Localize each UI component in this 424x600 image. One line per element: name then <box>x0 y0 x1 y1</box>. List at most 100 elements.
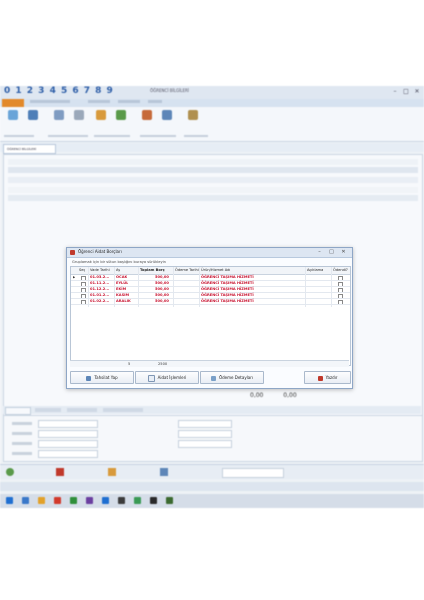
action-icon[interactable] <box>108 468 116 476</box>
action-icon[interactable] <box>56 468 64 476</box>
minimize-icon[interactable]: – <box>315 249 324 256</box>
calendar-icon <box>147 374 155 382</box>
field-label <box>12 452 32 455</box>
aidat-borclari-dialog: Öğrenci Aidat Borçları – □ ✕ Gruplamak i… <box>66 247 353 389</box>
background-totals: 0,00 0,00 <box>250 392 297 399</box>
text-field[interactable] <box>178 420 232 428</box>
group-by-hint: Gruplamak için bir sütun başlığını buray… <box>72 260 166 264</box>
taskbar-app-icon[interactable] <box>134 497 141 504</box>
borclar-grid: Seç Vade Tarihi Ay Toplam Borç Ödeme Tar… <box>70 266 351 366</box>
ribbon-tab[interactable] <box>30 100 70 103</box>
text-field[interactable] <box>38 420 98 428</box>
document-tab-bar: ÖĞRENCİ BİLGİLERİ <box>0 143 424 154</box>
taskbar-app-icon[interactable] <box>38 497 45 504</box>
ribbon-button-icon[interactable] <box>188 110 198 120</box>
lower-tab[interactable] <box>67 408 97 412</box>
aidat-islemleri-label: Aidat İşlemleri <box>157 375 187 380</box>
form-row <box>8 187 418 193</box>
lower-tab-bar <box>3 406 421 415</box>
action-icon[interactable] <box>160 468 168 476</box>
text-field[interactable] <box>38 450 98 458</box>
taskbar-app-icon[interactable] <box>102 497 109 504</box>
taskbar-app-icon[interactable] <box>54 497 61 504</box>
form-row <box>8 195 418 201</box>
printer-icon <box>317 375 323 381</box>
tahsilat-yap-button[interactable]: Tahsilat Yap <box>70 371 134 384</box>
ribbon-button-icon[interactable] <box>8 110 18 120</box>
text-field[interactable] <box>38 430 98 438</box>
status-bar <box>0 482 424 491</box>
tab-ogrenci-bilgileri[interactable]: ÖĞRENCİ BİLGİLERİ <box>3 144 56 154</box>
taskbar-app-icon[interactable] <box>22 497 29 504</box>
ribbon <box>0 107 424 142</box>
taskbar-app-icon[interactable] <box>166 497 173 504</box>
column-header-vade-tarihi[interactable]: Vade Tarihi <box>90 267 110 273</box>
footer-count: 5 <box>128 362 131 366</box>
total-left: 0,00 <box>250 392 264 399</box>
windows-start-icon[interactable] <box>6 497 13 504</box>
ribbon-group-label <box>184 135 208 137</box>
action-icon[interactable] <box>6 468 14 476</box>
field-label <box>12 442 32 445</box>
close-icon[interactable]: ✕ <box>412 87 422 96</box>
maximize-icon[interactable]: □ <box>401 87 411 96</box>
dialog-app-icon <box>70 250 75 255</box>
lower-tab[interactable] <box>35 408 61 412</box>
column-header-urun-hizmet-adi[interactable]: Ürün/Hizmet Adı <box>201 267 230 273</box>
ribbon-tab[interactable] <box>88 100 110 103</box>
minimize-icon[interactable]: – <box>390 87 400 96</box>
odeme-detaylari-button[interactable]: Ödeme Detayları <box>200 371 264 384</box>
column-header-odeme-tarihi[interactable]: Ödeme Tarihi <box>175 267 199 273</box>
text-field[interactable] <box>178 430 232 438</box>
yazdir-label: Yazdır <box>325 375 338 380</box>
total-right: 0,00 <box>283 392 297 399</box>
odeme-detaylari-label: Ödeme Detayları <box>218 375 254 380</box>
ribbon-button-icon[interactable] <box>96 110 106 120</box>
lower-tab[interactable] <box>103 408 143 412</box>
details-icon <box>210 375 216 381</box>
text-field[interactable] <box>38 440 98 448</box>
ribbon-group-label <box>48 135 88 137</box>
footer-total: 2500 <box>158 362 168 366</box>
field-label <box>12 432 32 435</box>
window-title: ÖĞRENCİ BİLGİLERİ <box>150 88 189 93</box>
action-bar <box>0 464 424 479</box>
taskbar-app-icon[interactable] <box>70 497 77 504</box>
ribbon-tab[interactable] <box>148 100 162 103</box>
ribbon-tab[interactable] <box>118 100 140 103</box>
close-icon[interactable]: ✕ <box>339 249 348 256</box>
column-header-ay[interactable]: Ay <box>116 267 120 273</box>
dialog-title-bar: Öğrenci Aidat Borçları – □ ✕ <box>67 248 352 258</box>
taskbar-app-icon[interactable] <box>118 497 125 504</box>
column-header-aciklama[interactable]: Açıklama <box>307 267 323 273</box>
ribbon-button-icon[interactable] <box>74 110 84 120</box>
taskbar-app-icon[interactable] <box>150 497 157 504</box>
column-header-toplam-borc[interactable]: Toplam Borç <box>140 267 165 273</box>
ribbon-button-icon[interactable] <box>54 110 64 120</box>
file-menu-tab[interactable] <box>2 99 24 107</box>
tahsilat-yap-label: Tahsilat Yap <box>94 375 118 380</box>
ribbon-group-label <box>140 135 176 137</box>
text-field[interactable] <box>178 440 232 448</box>
grid-footer: 5 2500 <box>70 360 349 367</box>
ribbon-button-icon[interactable] <box>116 110 126 120</box>
ribbon-group-label <box>94 135 130 137</box>
search-field[interactable] <box>222 468 284 478</box>
maximize-icon[interactable]: □ <box>327 249 336 256</box>
ribbon-tab-bar <box>0 99 424 107</box>
ribbon-button-icon[interactable] <box>142 110 152 120</box>
form-row <box>8 177 418 183</box>
column-header-sec[interactable]: Seç <box>79 267 85 273</box>
ribbon-button-icon[interactable] <box>162 110 172 120</box>
title-bar: 0 1 2 3 4 5 6 7 8 9 ÖĞRENCİ BİLGİLERİ – … <box>0 86 424 99</box>
field-label <box>12 422 32 425</box>
ribbon-button-icon[interactable] <box>28 110 38 120</box>
payment-icon <box>86 375 92 381</box>
taskbar-app-icon[interactable] <box>86 497 93 504</box>
aidat-islemleri-button[interactable]: Aidat İşlemleri <box>135 371 199 384</box>
column-header-odendi[interactable]: Ödendi? <box>333 267 348 273</box>
lower-tab[interactable] <box>5 407 31 415</box>
os-taskbar <box>0 494 424 508</box>
dialog-title: Öğrenci Aidat Borçları <box>78 249 122 254</box>
yazdir-button[interactable]: Yazdır <box>304 371 351 384</box>
